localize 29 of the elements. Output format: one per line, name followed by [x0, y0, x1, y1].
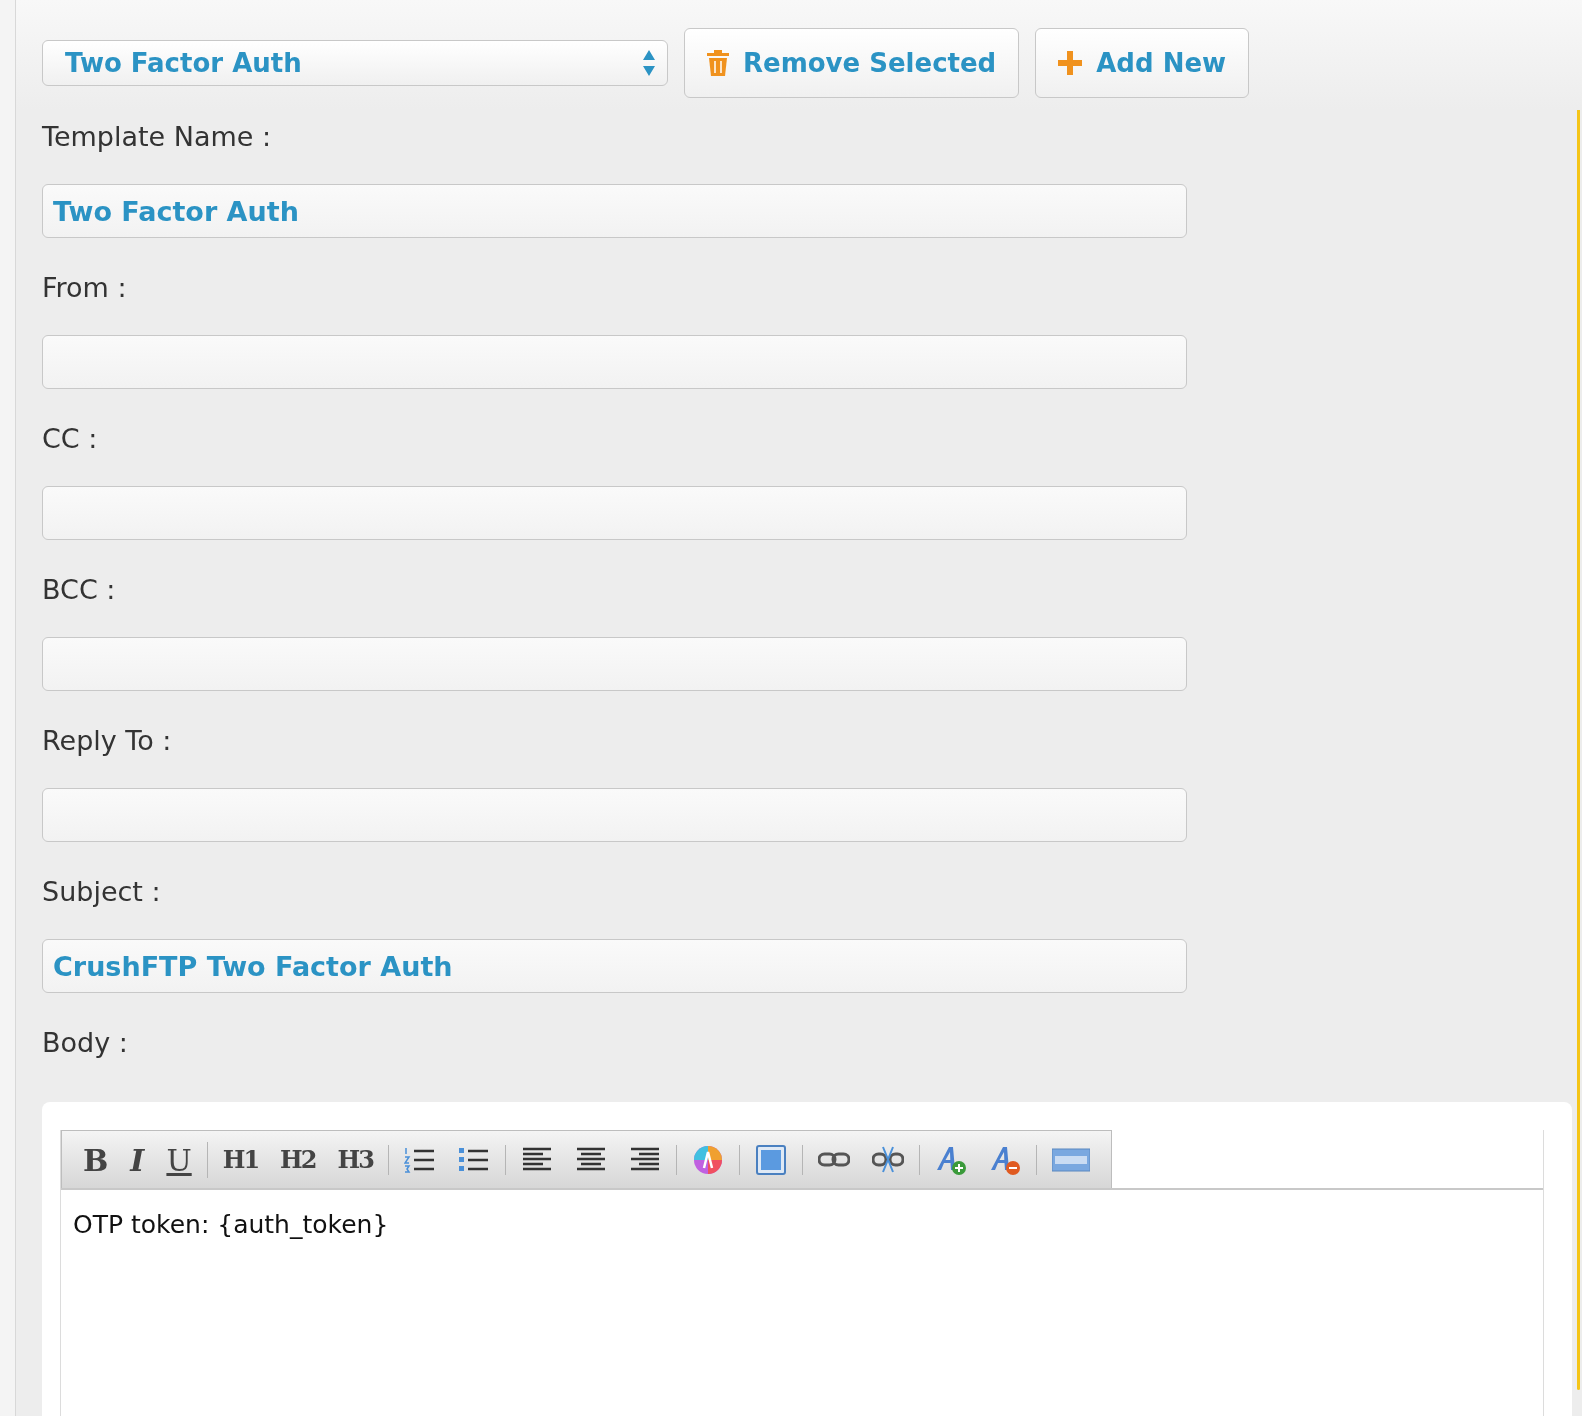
text-input-field[interactable] [42, 486, 1187, 540]
italic-button[interactable]: I [130, 1137, 145, 1183]
picture-frame-icon[interactable] [754, 1145, 787, 1175]
field-label: Body : [42, 1026, 129, 1060]
font-minus-icon[interactable] [988, 1145, 1021, 1175]
font-plus-icon[interactable] [934, 1145, 967, 1175]
underline-button[interactable]: U [166, 1137, 192, 1183]
html-icon[interactable] [1051, 1145, 1090, 1175]
text-input-field[interactable] [42, 788, 1187, 842]
text-input-field[interactable] [42, 335, 1187, 389]
bold-button[interactable]: B [83, 1137, 109, 1183]
updown-arrow-icon [643, 50, 655, 76]
heading-button[interactable]: H3 [337, 1142, 373, 1178]
field-label: Subject : [42, 875, 162, 909]
numbered-list-icon[interactable] [403, 1145, 436, 1175]
text-input-field[interactable] [42, 637, 1187, 691]
rich-text-editor[interactable]: B I U H1 H2 H3 OTP token: {auth_token} [42, 1102, 1572, 1416]
heading-button[interactable]: H2 [280, 1142, 316, 1178]
heading-button[interactable]: H1 [222, 1142, 259, 1178]
broken-link-icon[interactable] [871, 1145, 904, 1175]
editor-content-text: OTP token: {auth_token} [72, 1209, 390, 1241]
plus-icon [1058, 51, 1083, 75]
field-label: From : [42, 271, 128, 305]
trash-icon [707, 50, 729, 76]
field-label: BCC : [42, 573, 117, 607]
field-label: CC : [42, 422, 99, 456]
field-label: Template Name : [42, 120, 273, 154]
field-label: Reply To : [42, 724, 173, 758]
color-wheel-icon[interactable] [691, 1145, 724, 1175]
